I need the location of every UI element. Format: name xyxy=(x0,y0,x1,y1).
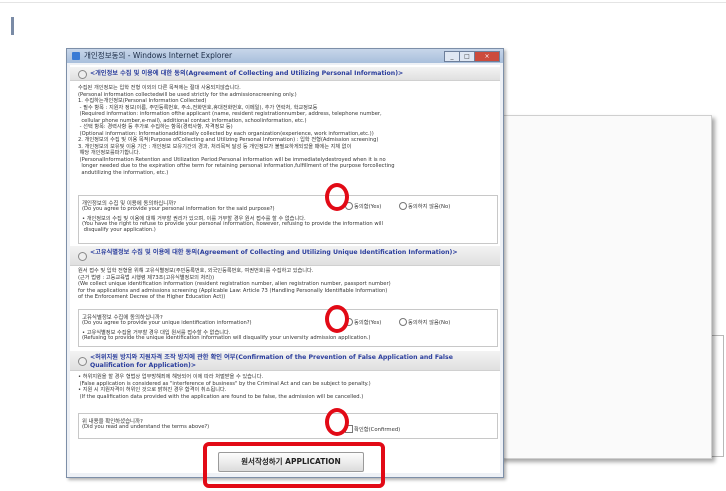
section-header-unique-id: <고유식별정보 수집 및 이용에 대한 동의(Agreement of Coll… xyxy=(70,246,500,266)
circle-icon xyxy=(78,356,87,366)
section-body-false-application: • 허위지원을 할 경우 형법상 업무방해죄에 해당되어 이에 따라 처벌받을 … xyxy=(78,374,371,400)
question-box-confirm: 위 내용을 확인하셨습니까? (Did you read and underst… xyxy=(78,413,498,439)
section-body-personal-info: 수집된 개인정보는 입학 전형 이외의 다른 목적에는 절대 사용되지않습니다.… xyxy=(78,85,395,176)
radio-disagree-unique-id[interactable] xyxy=(399,318,407,326)
option-no-label: 동의하지 않음(No) xyxy=(408,320,451,326)
section-header-false-application: <허위지원 방지와 지원자격 조작 방지에 관한 확인 여부(Confirmat… xyxy=(70,351,500,371)
close-button[interactable]: × xyxy=(474,51,500,62)
highlight-marker-agree-unique-id xyxy=(325,305,349,333)
question-en: (Do you agree to provide your unique ide… xyxy=(82,320,252,326)
highlight-marker-confirm xyxy=(325,408,349,436)
option-no-label: 동의하지 않음(No) xyxy=(408,204,451,210)
option-yes-label: 동의함(Yes) xyxy=(354,204,382,210)
background-document xyxy=(500,115,712,459)
question-en: (Did you read and understand the terms a… xyxy=(82,424,210,430)
ie-icon xyxy=(72,52,80,60)
consent-popup-window: 개인정보동의 - Windows Internet Explorer _ □ ×… xyxy=(66,48,504,478)
page-left-marker xyxy=(11,17,14,35)
minimize-button[interactable]: _ xyxy=(444,51,460,62)
window-title: 개인정보동의 - Windows Internet Explorer xyxy=(84,51,233,60)
section-body-unique-id: 원서 접수 및 입학 전형을 위해 고유식별정보(주민등록번호, 외국인등록번호… xyxy=(78,268,391,300)
maximize-button[interactable]: □ xyxy=(459,51,475,62)
refusal-note-en: (Refusing to provide the unique identifi… xyxy=(82,335,371,341)
question-box-unique-id: 고유식별정보 수집에 동의하십니까? (Do you agree to prov… xyxy=(78,309,498,347)
circle-icon xyxy=(78,251,87,261)
option-confirm-label: 확인함(Confirmed) xyxy=(354,427,401,433)
circle-icon xyxy=(78,69,87,79)
question-box-personal-info: 개인정보의 수집 및 이용에 동의하십니까? (Do you agree to … xyxy=(78,195,498,244)
radio-disagree-personal[interactable] xyxy=(399,202,407,210)
question-en: (Do you agree to provide your personal i… xyxy=(82,206,275,212)
window-titlebar: 개인정보동의 - Windows Internet Explorer _ □ × xyxy=(67,49,503,63)
highlight-marker-agree-personal xyxy=(325,183,349,211)
section-header-personal-info: <개인정보 수집 및 이용에 대한 동의(Agreement of Collec… xyxy=(70,67,500,81)
consent-content: <개인정보 수집 및 이용에 대한 동의(Agreement of Collec… xyxy=(70,65,500,473)
option-yes-label: 동의함(Yes) xyxy=(354,320,382,326)
page-top-border xyxy=(0,2,726,3)
application-submit-button[interactable]: 원서작성하기 APPLICATION xyxy=(218,452,364,472)
refusal-note-en: (You have the right to refuse to provide… xyxy=(82,221,383,234)
